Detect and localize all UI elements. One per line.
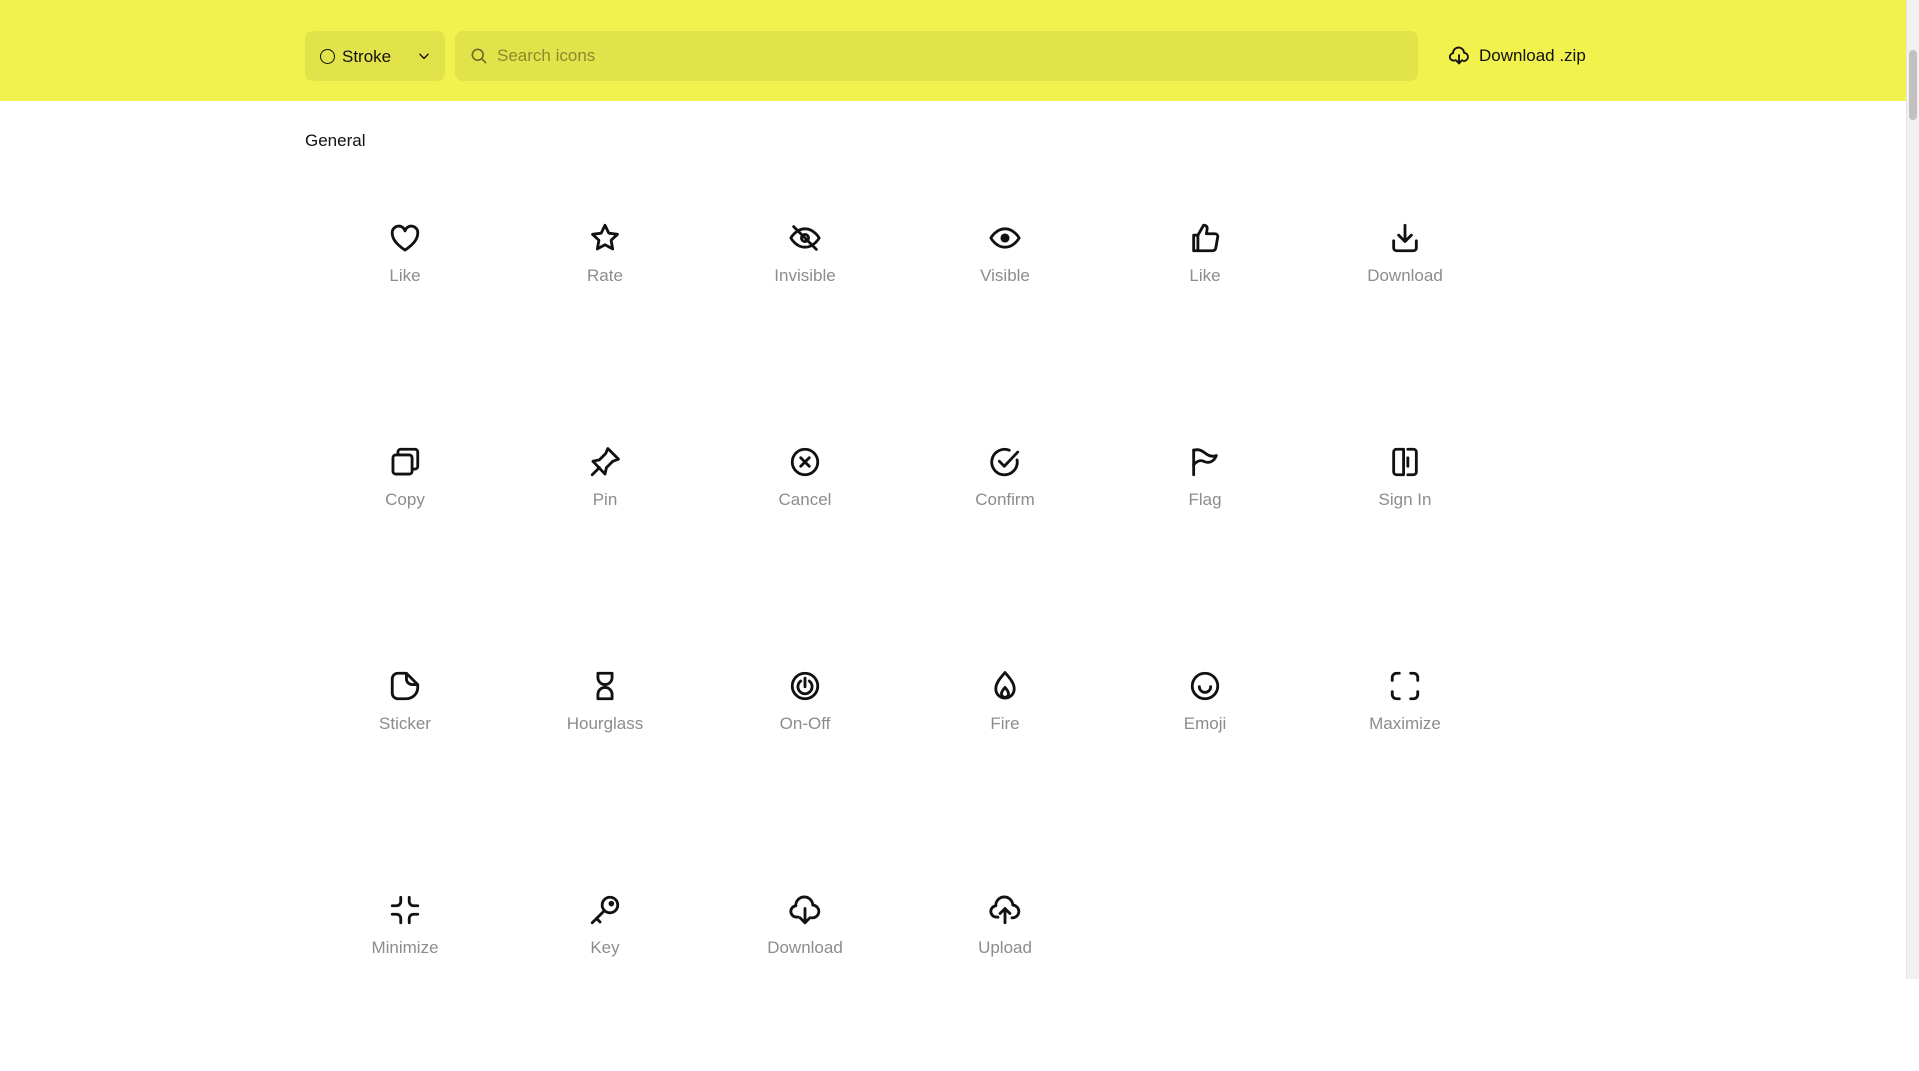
- sign-in-icon: [1392, 447, 1418, 477]
- circle-icon: [320, 49, 335, 64]
- icon-card-maximize[interactable]: Maximize: [1305, 623, 1505, 847]
- thumbs-up-icon: [1192, 223, 1220, 253]
- icon-label: Key: [590, 938, 620, 957]
- icon-style-select[interactable]: Stroke: [305, 31, 445, 81]
- search-icon: [471, 48, 487, 64]
- hourglass-icon: [596, 671, 614, 701]
- icon-card-fire[interactable]: Fire: [905, 623, 1105, 847]
- icon-card-upload[interactable]: Upload: [905, 847, 1105, 1071]
- heart-icon: [390, 224, 420, 252]
- icon-label: Flag: [1188, 490, 1222, 509]
- smile-icon: [1190, 671, 1220, 701]
- search-box[interactable]: [455, 31, 1418, 81]
- icon-card-hourglass[interactable]: Hourglass: [505, 623, 705, 847]
- icon-card-flag[interactable]: Flag: [1105, 399, 1305, 623]
- icon-card-like[interactable]: Like: [305, 175, 505, 399]
- icon-label: Sticker: [379, 714, 431, 733]
- icon-card-invisible[interactable]: Invisible: [705, 175, 905, 399]
- icon-card-copy[interactable]: Copy: [305, 399, 505, 623]
- icon-card-visible[interactable]: Visible: [905, 175, 1105, 399]
- icon-label: Like: [1189, 266, 1221, 285]
- minimize-icon: [390, 895, 420, 925]
- icon-card-emoji[interactable]: Emoji: [1105, 623, 1305, 847]
- cloud-download-icon: [1448, 46, 1469, 65]
- pin-icon: [590, 447, 620, 477]
- icon-label: Fire: [990, 714, 1020, 733]
- power-icon: [790, 671, 820, 701]
- icon-label: Minimize: [371, 938, 439, 957]
- icon-label: Copy: [385, 490, 425, 509]
- star-icon: [591, 223, 619, 251]
- icon-card-download[interactable]: Download: [1305, 175, 1505, 399]
- icon-grid: Like Rate Invisible Visible Like Downloa…: [305, 175, 1505, 1071]
- top-toolbar: Stroke Download .zip: [0, 0, 1906, 101]
- copy-icon: [391, 447, 420, 476]
- download-zip-label: Download .zip: [1479, 46, 1586, 65]
- x-circle-icon: [790, 447, 820, 477]
- maximize-icon: [1390, 671, 1420, 701]
- icon-label: Download: [767, 938, 843, 957]
- icon-card-key[interactable]: Key: [505, 847, 705, 1071]
- icon-label: Pin: [592, 490, 618, 509]
- section-title: General: [305, 131, 366, 150]
- icon-label: On-Off: [779, 714, 831, 733]
- icon-label: Confirm: [975, 490, 1035, 509]
- icon-label: Invisible: [774, 266, 836, 285]
- icon-label: Upload: [978, 938, 1032, 957]
- fire-icon: [994, 671, 1016, 700]
- icon-label: Hourglass: [566, 714, 644, 733]
- icon-card-sign-in[interactable]: Sign In: [1305, 399, 1505, 623]
- flag-icon: [1192, 448, 1218, 477]
- icon-label: Download: [1367, 266, 1443, 285]
- check-circle-icon: [990, 447, 1020, 477]
- eye-off-icon: [789, 225, 821, 251]
- icon-label: Like: [389, 266, 421, 285]
- icon-label: Rate: [587, 266, 623, 285]
- icon-label: Emoji: [1183, 714, 1227, 733]
- cloud-download-icon: [789, 895, 821, 925]
- icon-card-minimize[interactable]: Minimize: [305, 847, 505, 1071]
- icon-card-cloud-download[interactable]: Download: [705, 847, 905, 1071]
- icon-label: Maximize: [1369, 714, 1441, 733]
- download-zip-button[interactable]: Download .zip: [1448, 42, 1586, 70]
- icon-label: Cancel: [778, 490, 832, 509]
- icon-card-pin[interactable]: Pin: [505, 399, 705, 623]
- icon-card-rate[interactable]: Rate: [505, 175, 705, 399]
- icon-card-confirm[interactable]: Confirm: [905, 399, 1105, 623]
- icon-style-value: Stroke: [342, 47, 392, 66]
- cloud-upload-icon: [989, 895, 1021, 925]
- search-input[interactable]: [497, 31, 1397, 81]
- icon-label: Visible: [980, 266, 1030, 285]
- page-scrollbar[interactable]: [1906, 0, 1919, 979]
- scrollbar-thumb[interactable]: [1909, 50, 1917, 120]
- icon-label: Sign In: [1378, 490, 1432, 509]
- icon-card-like-thumb[interactable]: Like: [1105, 175, 1305, 399]
- eye-icon: [989, 227, 1021, 249]
- icon-card-sticker[interactable]: Sticker: [305, 623, 505, 847]
- icon-card-cancel[interactable]: Cancel: [705, 399, 905, 623]
- download-tray-icon: [1392, 223, 1418, 253]
- chevron-down-icon: [419, 53, 429, 60]
- sticker-icon: [390, 671, 420, 701]
- key-icon: [590, 895, 620, 925]
- icon-card-on-off[interactable]: On-Off: [705, 623, 905, 847]
